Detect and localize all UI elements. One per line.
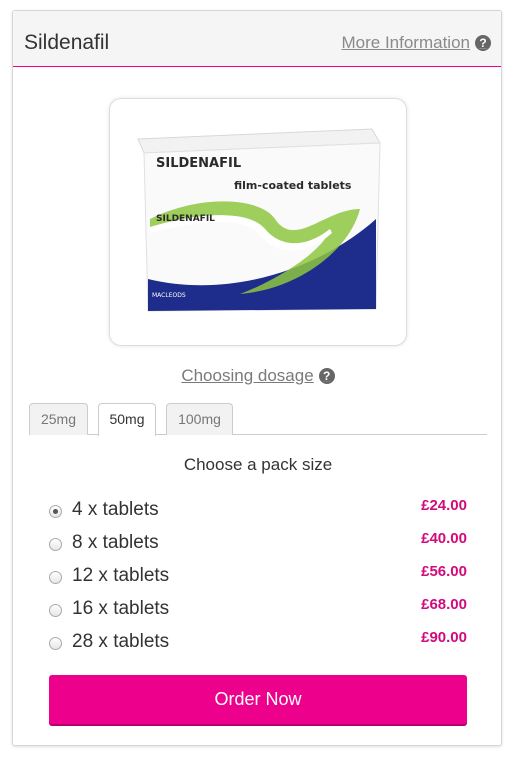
- help-icon: ?: [475, 35, 491, 51]
- tab-25mg[interactable]: 25mg: [29, 403, 88, 435]
- pack-option[interactable]: 12 x tablets £56.00: [47, 563, 467, 593]
- pack-option-label: 16 x tablets: [72, 598, 170, 619]
- dosage-tabs: 25mg 50mg 100mg: [29, 403, 487, 436]
- box-small-brand-text: SILDENAFIL: [156, 214, 215, 224]
- box-brand-text: SILDENAFIL: [156, 156, 241, 171]
- pack-radio[interactable]: [49, 538, 62, 551]
- choosing-dosage: Choosing dosage ?: [13, 366, 503, 386]
- pack-option-price: £90.00: [421, 629, 467, 646]
- medicine-box-icon: SILDENAFIL film-coated tablets SILDENAFI…: [137, 128, 381, 312]
- product-image: SILDENAFIL film-coated tablets SILDENAFI…: [109, 98, 407, 346]
- pack-radio[interactable]: [49, 637, 62, 650]
- choosing-dosage-label: Choosing dosage: [181, 366, 314, 385]
- pack-option-price: £24.00: [421, 497, 467, 514]
- pack-option-label: 28 x tablets: [72, 631, 170, 652]
- pack-radio[interactable]: [49, 505, 62, 518]
- choosing-dosage-link[interactable]: Choosing dosage ?: [181, 366, 335, 386]
- card-header: Sildenafil More Information ?: [13, 11, 501, 67]
- pack-radio[interactable]: [49, 604, 62, 617]
- pack-size-heading: Choose a pack size: [183, 455, 333, 474]
- box-manufacturer-text: MACLEODS: [152, 292, 186, 299]
- pack-option-price: £56.00: [421, 563, 467, 580]
- product-card: Sildenafil More Information ? SILDENAFIL…: [12, 10, 502, 746]
- box-subtitle-text: film-coated tablets: [234, 179, 352, 192]
- pack-option-label: 12 x tablets: [72, 565, 170, 586]
- pack-radio[interactable]: [49, 571, 62, 584]
- product-title: Sildenafil: [24, 31, 110, 54]
- pack-option[interactable]: 4 x tablets £24.00: [47, 497, 467, 527]
- pack-option-price: £68.00: [421, 596, 467, 613]
- pack-option[interactable]: 28 x tablets £90.00: [47, 629, 467, 659]
- pack-option-label: 4 x tablets: [72, 499, 159, 520]
- order-now-button[interactable]: Order Now: [49, 675, 467, 724]
- tab-100mg[interactable]: 100mg: [166, 403, 233, 435]
- dosage-help-icon: ?: [318, 368, 335, 384]
- pack-option[interactable]: 16 x tablets £68.00: [47, 596, 467, 626]
- more-information-label: More Information: [341, 33, 471, 52]
- pack-option-price: £40.00: [421, 530, 467, 547]
- more-information-link[interactable]: More Information ?: [341, 33, 491, 53]
- pack-option-label: 8 x tablets: [72, 532, 159, 553]
- tab-50mg[interactable]: 50mg: [98, 403, 156, 436]
- pack-option[interactable]: 8 x tablets £40.00: [47, 530, 467, 560]
